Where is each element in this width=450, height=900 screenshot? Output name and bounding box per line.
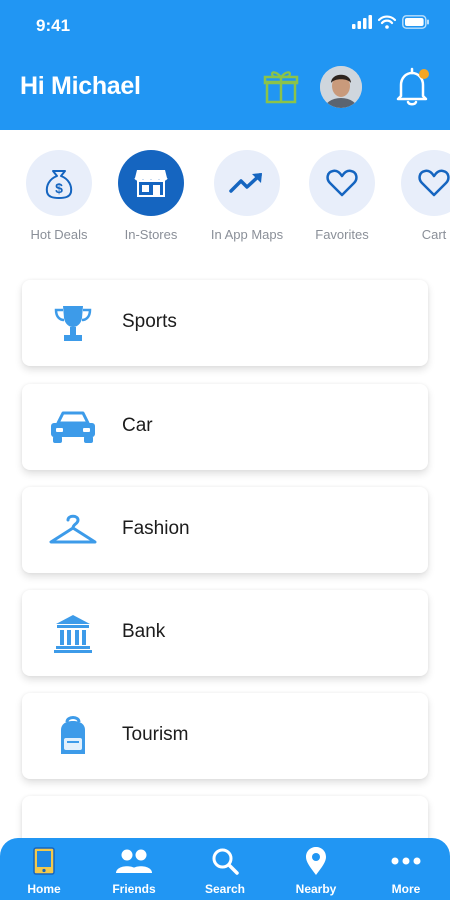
tab-label: Friends — [112, 882, 156, 896]
tab-label: Home — [27, 882, 61, 896]
gift-icon[interactable] — [262, 66, 300, 106]
battery-icon — [402, 15, 429, 29]
category-card-sports[interactable]: Sports — [22, 280, 428, 366]
category-card-bank[interactable]: Bank — [22, 590, 428, 676]
hanger-icon — [48, 505, 98, 555]
home-icon — [4, 846, 84, 876]
category-card-fashion[interactable]: Fashion — [22, 487, 428, 573]
car-icon — [48, 402, 98, 452]
trophy-icon — [48, 298, 98, 348]
quick-action-in-stores[interactable]: In-Stores — [106, 150, 196, 242]
search-icon — [185, 846, 265, 876]
category-list: Sports Car Fashion Bank Tourism — [0, 270, 450, 838]
notification-bell-icon[interactable] — [390, 64, 434, 108]
quick-action-label: Cart — [421, 227, 447, 242]
category-label: Sports — [122, 311, 177, 332]
heart-icon — [418, 169, 450, 197]
quick-action-label: In App Maps — [210, 227, 284, 242]
category-label: Tourism — [122, 724, 189, 745]
quick-action-cart[interactable]: Cart — [389, 150, 450, 242]
category-card-tourism[interactable]: Tourism — [22, 693, 428, 779]
quick-action-label: Hot Deals — [30, 227, 88, 242]
status-icons — [352, 15, 430, 29]
tab-more[interactable]: More — [366, 846, 446, 896]
greeting-title: Hi Michael — [20, 72, 141, 100]
quick-action-label: Favorites — [315, 227, 369, 242]
tab-label: Search — [204, 882, 246, 896]
notification-badge — [419, 69, 429, 79]
heart-icon — [326, 169, 358, 197]
category-card-partial[interactable] — [22, 796, 428, 838]
category-label: Bank — [122, 621, 166, 642]
partial-category-icon — [48, 814, 98, 838]
tab-label: Nearby — [295, 882, 337, 896]
tab-friends[interactable]: Friends — [94, 846, 174, 896]
quick-action-label: In-Stores — [124, 227, 178, 242]
avatar[interactable] — [320, 66, 362, 108]
svg-text:$: $ — [55, 180, 63, 196]
signal-icon — [352, 15, 372, 29]
category-card-car[interactable]: Car — [22, 384, 428, 470]
category-label: Fashion — [122, 518, 190, 539]
money-bag-icon: $ — [45, 170, 73, 199]
quick-action-hot-deals[interactable]: $ Hot Deals — [14, 150, 104, 242]
tab-nearby[interactable]: Nearby — [276, 846, 356, 896]
status-time: 9:41 — [36, 16, 71, 35]
category-label: Car — [122, 415, 153, 436]
quick-actions-row: $ Hot Deals In-Stores In App Maps Favori… — [0, 150, 450, 250]
tab-label: More — [391, 882, 421, 896]
quick-action-favorites[interactable]: Favorites — [297, 150, 387, 242]
bottom-tab-bar: Home Friends Search Nearby More — [0, 838, 450, 900]
tab-search[interactable]: Search — [185, 846, 265, 896]
bank-icon — [48, 608, 98, 658]
quick-action-in-app-maps[interactable]: In App Maps — [202, 150, 292, 242]
trending-up-icon — [229, 173, 262, 193]
more-dots-icon — [366, 846, 446, 876]
friends-icon — [94, 846, 174, 876]
store-icon — [134, 170, 168, 197]
backpack-icon — [48, 711, 98, 761]
tab-home[interactable]: Home — [4, 846, 84, 896]
wifi-icon — [378, 15, 396, 29]
status-bar: 9:41 — [0, 0, 450, 54]
location-pin-icon — [276, 846, 356, 876]
app-header: 9:41 Hi Michael — [0, 0, 450, 130]
